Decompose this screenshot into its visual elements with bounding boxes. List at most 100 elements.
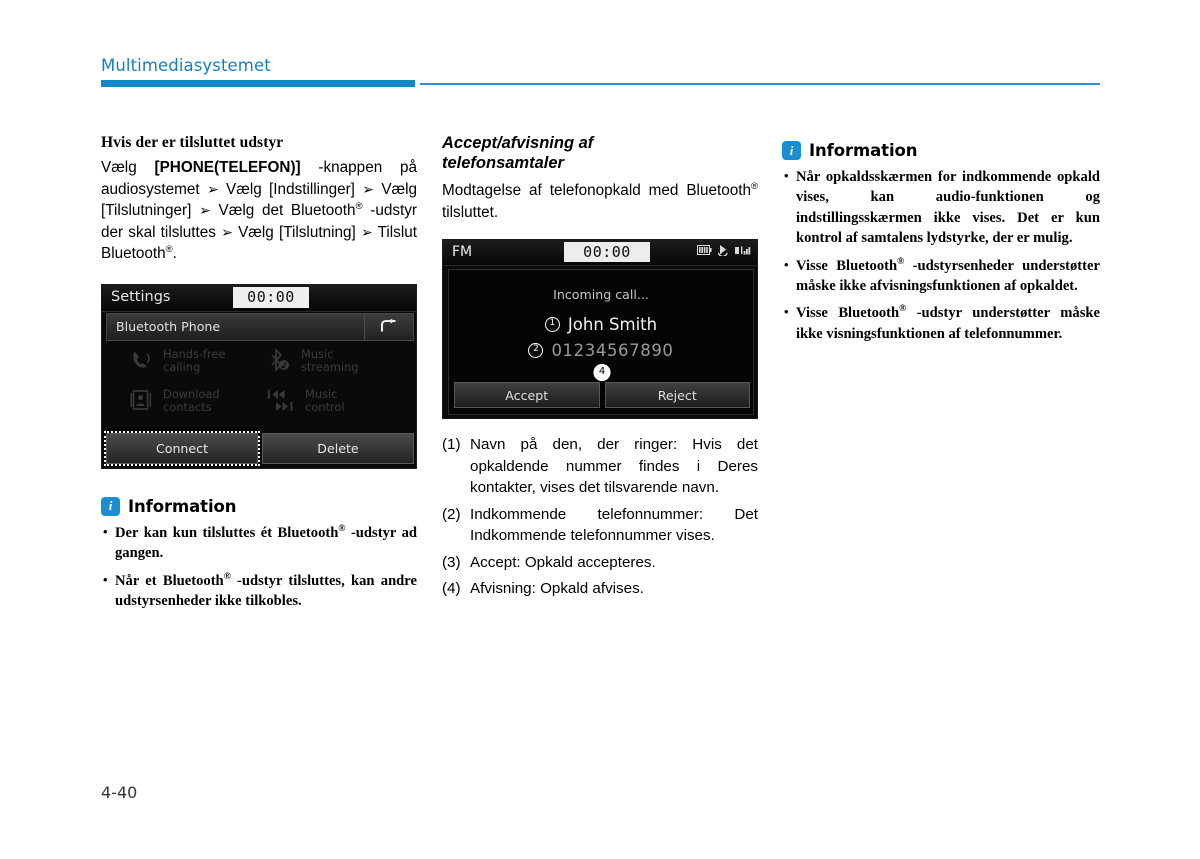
page-number: 4-40 xyxy=(101,783,138,802)
callout-badge-2: 2 xyxy=(528,343,544,359)
col2-intro-paragraph: Modtagelse af telefonopkald med Bluetoot… xyxy=(442,180,758,223)
call-topbar: FM 00:00 xyxy=(443,240,757,267)
call-button-row: 3 Accept 4 Reject xyxy=(454,364,750,409)
manual-page: Multimediasystemet Hvis der er tilslutte… xyxy=(0,0,1200,859)
section-title-line1: Accept/afvisning af xyxy=(442,134,594,152)
list-item: (4) Afvisning: Opkald afvises. xyxy=(442,578,758,600)
header-accent-bar xyxy=(101,80,415,87)
list-item: Der kan kun tilsluttes ét Bluetooth® -ud… xyxy=(101,522,417,564)
caller-number-row: 2 01234567890 xyxy=(449,341,753,360)
settings-button-row: Connect Delete xyxy=(104,430,414,466)
feature-line2: contacts xyxy=(163,399,212,414)
intro-text-b: tilsluttet. xyxy=(442,203,499,221)
bullet-text-a: Der kan kun tilsluttes ét Bluetooth xyxy=(115,524,339,541)
bluetooth-phone-subbar: Bluetooth Phone xyxy=(106,312,414,341)
list-item: (1) Navn på den, der ringer: Hvis det op… xyxy=(442,434,758,499)
list-item: (2) Indkommende telefonnummer: Det Indko… xyxy=(442,504,758,547)
registered-mark-2: ® xyxy=(165,244,173,256)
callout-explanations: (1) Navn på den, der ringer: Hvis det op… xyxy=(442,434,758,600)
settings-title: Settings xyxy=(111,288,171,305)
information-label: Information xyxy=(128,496,237,516)
connect-button[interactable]: Connect xyxy=(104,430,260,466)
list-item: Visse Bluetooth® -udstyr understøtter må… xyxy=(782,302,1100,344)
information-heading: i Information xyxy=(782,141,1100,160)
bullet-text-a: Visse Bluetooth xyxy=(796,305,900,322)
feature-line2: calling xyxy=(163,359,201,374)
reject-button[interactable]: 4 Reject xyxy=(593,364,750,409)
page-header-title: Multimediasystemet xyxy=(101,56,271,75)
accept-button[interactable]: 3 Accept xyxy=(454,364,611,409)
list-item: Visse Bluetooth® -udstyrsenheder underst… xyxy=(782,255,1100,297)
para-seg-4: Vælg [Indstillinger] xyxy=(226,180,355,198)
item-text: Indkommende telefonnummer: Det Indkommen… xyxy=(470,505,758,545)
para-seg-10: . xyxy=(172,245,177,263)
back-arrow-icon[interactable] xyxy=(364,313,413,340)
info-icon: i xyxy=(101,496,120,516)
delete-button[interactable]: Delete xyxy=(262,432,414,464)
arrow-icon-1: ➢ xyxy=(206,180,219,197)
feature-download-contacts: Download contacts xyxy=(128,387,220,415)
feature-hands-free-calling: Hands-free calling xyxy=(128,347,226,375)
arrow-icon-3: ➢ xyxy=(199,202,211,219)
feature-line2: streaming xyxy=(301,359,359,374)
list-item: Når et Bluetooth® -udstyr tilsluttes, ka… xyxy=(101,570,417,612)
bullet-text-a: Når et Bluetooth xyxy=(115,572,224,589)
info-icon: i xyxy=(782,141,801,160)
bluetooth-music-icon xyxy=(266,347,292,375)
feature-line1: Hands-free xyxy=(163,346,226,361)
col1-paragraph: Vælg [PHONE(TELEFON)] -knappen på audios… xyxy=(101,157,417,265)
phone-handset-icon xyxy=(128,347,154,375)
feature-download-contacts-label: Download contacts xyxy=(163,386,220,414)
feature-line1: Music xyxy=(301,346,334,361)
contact-card-icon xyxy=(128,387,154,415)
arrow-icon-5: ➢ xyxy=(360,223,373,240)
feature-music-control-label: Music control xyxy=(305,386,344,414)
section-title: Accept/afvisning af telefonsamtaler xyxy=(442,133,758,173)
arrow-icon-2: ➢ xyxy=(362,180,374,197)
bluetooth-phone-label: Bluetooth Phone xyxy=(116,318,221,334)
feature-hands-free-label: Hands-free calling xyxy=(163,346,226,374)
track-skip-icon xyxy=(266,387,296,415)
bullet-text-a: Visse Bluetooth xyxy=(796,257,898,274)
callout-badge-1: 1 xyxy=(544,317,560,333)
para-seg-8: Vælg [Tilslutning] xyxy=(238,223,356,241)
column-left: Hvis der er tilsluttet udstyr Vælg [PHON… xyxy=(101,134,417,619)
item-number: (2) xyxy=(442,505,461,523)
item-text: Accept: Opkald accepteres. xyxy=(470,553,656,571)
column-right: i Information Når opkaldsskærmen for ind… xyxy=(782,141,1100,351)
column-middle: Accept/afvisning af telefonsamtaler Modt… xyxy=(442,133,758,605)
col1-information-block: i Information Der kan kun tilsluttes ét … xyxy=(101,496,417,612)
settings-screenshot: Settings 00:00 Bluetooth Phone Hands-fre… xyxy=(101,283,417,469)
list-item: (3) Accept: Opkald accepteres. xyxy=(442,552,758,574)
caller-name: John Smith xyxy=(567,315,658,335)
incoming-call-text: Incoming call... xyxy=(553,287,649,303)
caller-number: 01234567890 xyxy=(551,341,674,361)
information-label: Information xyxy=(809,141,918,160)
bluetooth-headset-icon xyxy=(718,245,728,257)
source-label: FM xyxy=(452,244,473,261)
header-rule xyxy=(420,83,1100,85)
registered-mark: ® xyxy=(223,571,231,582)
item-number: (4) xyxy=(442,580,461,598)
bullet-text-a: Når opkaldsskærmen for indkommende opkal… xyxy=(796,169,1100,247)
bluetooth-feature-grid: Hands-free calling Music streaming Downl… xyxy=(106,343,414,427)
caller-name-row: 1 John Smith xyxy=(449,315,753,334)
item-number: (1) xyxy=(442,436,461,454)
feature-line1: Music xyxy=(305,386,338,401)
incoming-call-screenshot: FM 00:00 Incoming call... 1 John Smith 2… xyxy=(442,239,758,420)
feature-line1: Download xyxy=(163,386,220,401)
registered-mark-1: ® xyxy=(355,201,363,213)
intro-text-a: Modtagelse af telefonopkald med Bluetoot… xyxy=(442,182,751,199)
registered-mark: ® xyxy=(751,180,758,192)
col1-info-list: Der kan kun tilsluttes ét Bluetooth® -ud… xyxy=(101,522,417,612)
feature-music-streaming: Music streaming xyxy=(266,347,359,375)
item-text: Afvisning: Opkald afvises. xyxy=(470,580,644,598)
col1-heading: Hvis der er tilsluttet udstyr xyxy=(101,134,284,151)
item-text: Navn på den, der ringer: Hvis det opkald… xyxy=(470,436,758,497)
call-body: Incoming call... 1 John Smith 2 01234567… xyxy=(448,269,754,416)
item-number: (3) xyxy=(442,553,461,571)
callout-badge-4: 4 xyxy=(593,364,611,382)
section-title-line2: telefonsamtaler xyxy=(442,154,564,172)
arrow-icon-4: ➢ xyxy=(221,223,233,240)
list-item: Når opkaldsskærmen for indkommende opkal… xyxy=(782,166,1100,249)
